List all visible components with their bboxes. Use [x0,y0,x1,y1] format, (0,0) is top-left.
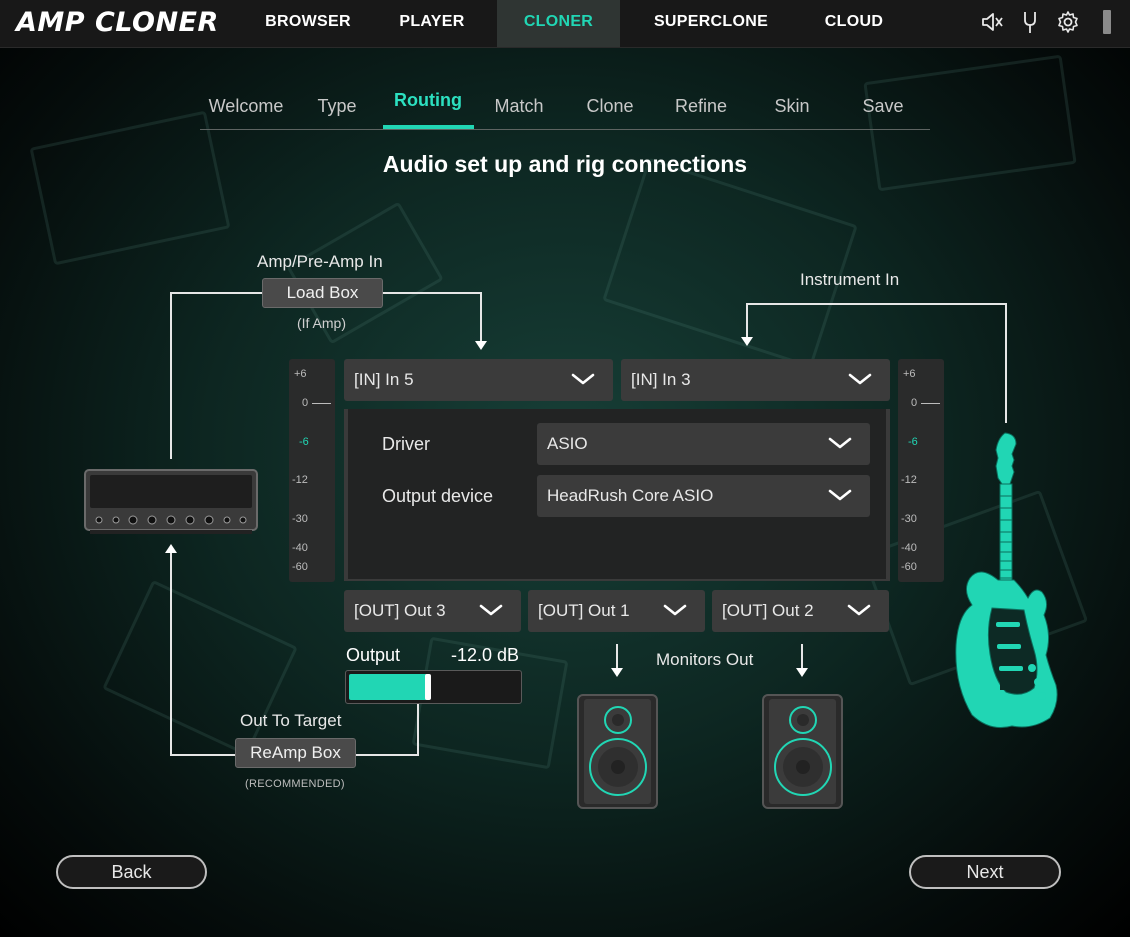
guitar-icon [955,432,1058,729]
speaker-right-icon [762,694,843,809]
tab-clone[interactable]: Clone [565,96,655,117]
monitor-right-select[interactable]: [OUT] Out 2 [712,590,889,632]
input-left-value: [IN] In 5 [354,370,414,389]
chevron-down-icon [828,437,852,449]
chevron-down-icon [571,373,595,385]
nav-cloner[interactable]: CLONER [497,0,620,47]
input-left-select[interactable]: [IN] In 5 [344,359,613,401]
recommended-note: (RECOMMENDED) [245,778,345,790]
output-device-select[interactable]: HeadRush Core ASIO [537,475,870,517]
arrow-down-icon [611,668,623,677]
instrument-in-label: Instrument In [800,270,900,289]
input-right-select[interactable]: [IN] In 3 [621,359,890,401]
nav-browser[interactable]: BROWSER [250,0,366,47]
step-tabs: Welcome Type Routing Match Clone Refine … [200,88,930,130]
monitors-out-label: Monitors Out [656,650,754,669]
driver-select[interactable]: ASIO [537,423,870,465]
monitor-left-select[interactable]: [OUT] Out 1 [528,590,705,632]
tab-save[interactable]: Save [838,96,928,117]
reamp-box-label: ReAmp Box [235,738,356,768]
tab-match[interactable]: Match [474,96,564,117]
monitor-right-value: [OUT] Out 2 [722,601,814,620]
out-to-target-label: Out To Target [240,711,342,730]
tab-skin[interactable]: Skin [747,96,837,117]
output-level-slider[interactable] [345,670,522,704]
chevron-down-icon [828,489,852,501]
nav-player[interactable]: PLAYER [376,0,488,47]
panel-handle[interactable] [1103,10,1111,34]
audio-settings-panel: Driver Output device ASIO HeadRush Core … [344,409,890,581]
input-right-value: [IN] In 3 [631,370,691,389]
tab-type[interactable]: Type [292,96,382,117]
driver-label: Driver [382,434,430,454]
output-target-value: [OUT] Out 3 [354,601,446,620]
monitor-left-value: [OUT] Out 1 [538,601,630,620]
output-db-value: -12.0 dB [451,645,520,665]
page-title: Audio set up and rig connections [382,151,748,177]
input-meter-left: +6 0 -6 -12 -30 -40 -60 [289,359,335,582]
output-target-select[interactable]: [OUT] Out 3 [344,590,521,632]
driver-value: ASIO [547,434,588,453]
tab-refine[interactable]: Refine [656,96,746,117]
tab-welcome[interactable]: Welcome [201,96,291,117]
speaker-left-icon [577,694,658,809]
chevron-down-icon [479,604,503,616]
chevron-down-icon [848,373,872,385]
arrow-down-icon [741,337,753,346]
app-logo: AMP CLONER [16,7,219,38]
next-button[interactable]: Next [909,855,1061,889]
amp-in-label: Amp/Pre-Amp In [257,252,383,271]
arrow-down-icon [796,668,808,677]
chevron-down-icon [847,604,871,616]
top-nav: AMP CLONER BROWSER PLAYER CLONER SUPERCL… [0,0,1130,48]
input-meter-right: +6 0 -6 -12 -30 -40 -60 [898,359,944,582]
output-label: Output [346,645,401,665]
amp-head-icon [84,469,258,534]
output-level-fill [349,674,428,700]
gear-icon[interactable] [1056,10,1080,34]
output-level-handle[interactable] [425,674,431,700]
load-box-label: Load Box [262,278,383,308]
active-tab-indicator [383,125,474,129]
output-device-value: HeadRush Core ASIO [547,486,714,505]
tuning-fork-icon[interactable] [1018,10,1042,34]
back-button[interactable]: Back [56,855,207,889]
nav-cloud[interactable]: CLOUD [808,0,900,47]
if-amp-note: (If Amp) [297,315,347,331]
nav-superclone[interactable]: SUPERCLONE [640,0,782,47]
arrow-down-icon [475,341,487,350]
tab-routing[interactable]: Routing [383,90,473,111]
chevron-down-icon [663,604,687,616]
arrow-up-icon [165,544,177,553]
output-device-label: Output device [382,486,494,506]
speaker-icon[interactable] [980,10,1004,34]
